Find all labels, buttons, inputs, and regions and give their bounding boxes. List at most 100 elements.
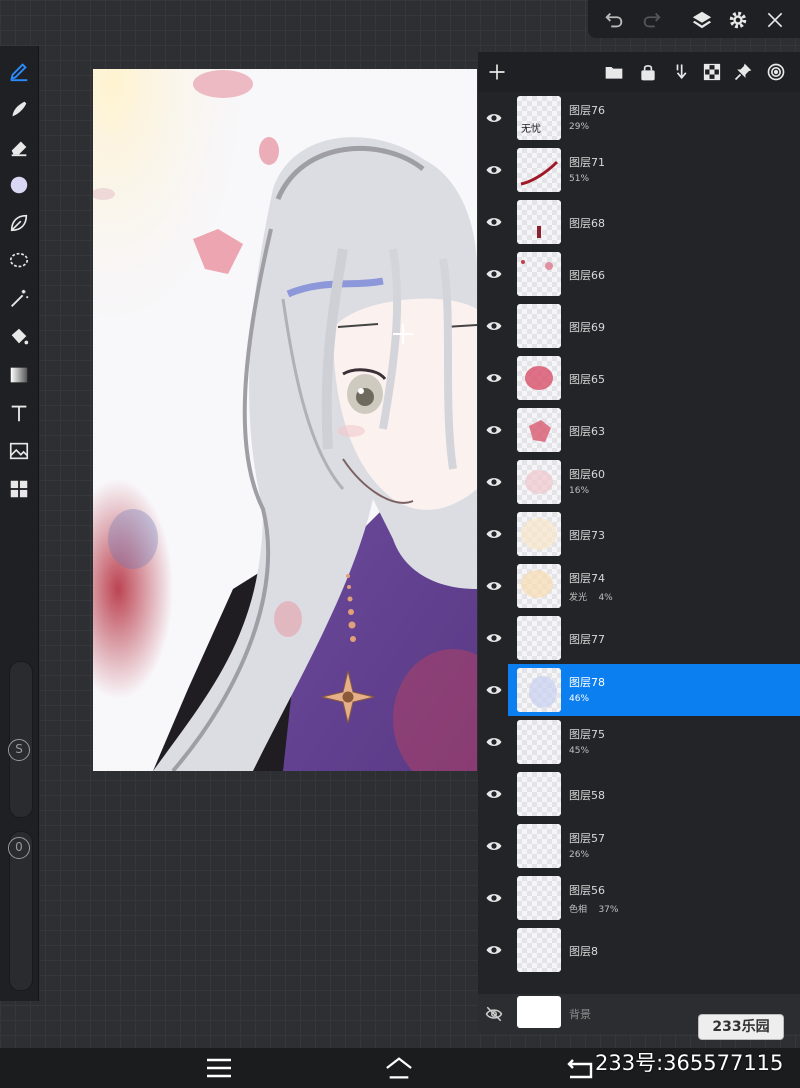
close-icon[interactable] [763, 8, 787, 32]
smudge-tool-icon[interactable] [4, 94, 34, 124]
layer-name: 图层65 [569, 373, 605, 386]
layer-name: 图层76 [569, 104, 605, 117]
add-layer-icon[interactable] [485, 60, 509, 84]
eye-icon[interactable] [484, 472, 504, 492]
eraser-tool-icon[interactable] [4, 132, 34, 162]
layer-row[interactable]: 图层78 46% [508, 664, 800, 716]
layer-row[interactable]: 图层65 [478, 352, 800, 404]
layer-opacity-label: 51% [569, 174, 590, 184]
layer-name: 图层75 [569, 728, 605, 741]
brush-size-knob[interactable]: S [8, 739, 30, 761]
layer-thumbnail [517, 876, 561, 920]
eye-icon[interactable] [484, 940, 504, 960]
layer-name: 图层73 [569, 529, 605, 542]
merge-down-icon[interactable] [668, 60, 692, 84]
gear-icon[interactable] [726, 8, 750, 32]
layer-name: 图层63 [569, 425, 605, 438]
layer-name: 图层69 [569, 321, 605, 334]
layer-row[interactable]: 无忧 图层76 29% [478, 92, 800, 144]
layer-row[interactable]: 图层57 26% [478, 820, 800, 872]
text-tool-icon[interactable] [4, 398, 34, 428]
layer-row[interactable]: 图层75 45% [478, 716, 800, 768]
left-toolbar: S 0 [0, 46, 39, 1001]
eye-icon[interactable] [484, 160, 504, 180]
pin-icon[interactable] [731, 60, 755, 84]
home-icon[interactable] [385, 1056, 413, 1080]
layer-name: 图层60 [569, 468, 605, 481]
eye-icon[interactable] [484, 836, 504, 856]
layer-thumbnail [517, 304, 561, 348]
eye-icon[interactable] [484, 212, 504, 232]
layer-name: 背景 [569, 1008, 591, 1021]
layer-thumbnail [517, 772, 561, 816]
layer-thumbnail [517, 200, 561, 244]
back-icon[interactable] [566, 1056, 594, 1080]
layer-thumbnail-text: 无忧 [521, 124, 541, 135]
layer-thumbnail [517, 356, 561, 400]
eye-icon[interactable] [484, 680, 504, 700]
layer-thumbnail [517, 996, 561, 1028]
artwork-illustration [93, 69, 477, 771]
lock-icon[interactable] [636, 60, 660, 84]
layer-row[interactable]: 图层60 16% [478, 456, 800, 508]
color-circle-icon[interactable] [4, 170, 34, 200]
layer-thumbnail [517, 720, 561, 764]
paint-bucket-icon[interactable] [4, 322, 34, 352]
layer-row[interactable]: 图层8 [478, 924, 800, 976]
layer-name: 图层58 [569, 789, 605, 802]
gradient-icon[interactable] [4, 360, 34, 390]
layer-opacity-label: 16% [569, 486, 590, 496]
artwork-canvas[interactable] [93, 69, 477, 771]
layer-row[interactable]: 图层69 [478, 300, 800, 352]
eye-icon[interactable] [484, 316, 504, 336]
layer-row[interactable]: 图层74 发光 4% [478, 560, 800, 612]
redo-icon[interactable] [640, 8, 664, 32]
leaf-brush-icon[interactable] [4, 208, 34, 238]
layer-opacity-label: 26% [569, 850, 590, 860]
layer-thumbnail [517, 252, 561, 296]
eye-icon[interactable] [484, 628, 504, 648]
eye-icon[interactable] [484, 888, 504, 908]
layer-row[interactable]: 图层77 [478, 612, 800, 664]
eye-icon[interactable] [484, 368, 504, 388]
layer-thumbnail [517, 824, 561, 868]
layer-row[interactable]: 图层63 [478, 404, 800, 456]
layer-row[interactable]: 图层71 51% [478, 144, 800, 196]
eye-icon[interactable] [484, 108, 504, 128]
eye-icon[interactable] [484, 264, 504, 284]
layer-name: 图层74 [569, 572, 605, 585]
eye-icon[interactable] [484, 420, 504, 440]
layer-row[interactable]: 图层73 [478, 508, 800, 560]
eye-icon[interactable] [484, 784, 504, 804]
lasso-select-icon[interactable] [4, 246, 34, 276]
brush-opacity-knob[interactable]: 0 [8, 837, 30, 859]
grid-tools-icon[interactable] [4, 474, 34, 504]
checkerboard-icon[interactable] [700, 60, 724, 84]
target-icon[interactable] [764, 60, 788, 84]
eye-hidden-icon[interactable] [484, 1004, 504, 1024]
pen-tool-icon[interactable] [4, 56, 34, 86]
layer-name: 图层68 [569, 217, 605, 230]
undo-icon[interactable] [602, 8, 626, 32]
layer-thumbnail [517, 928, 561, 972]
layer-row[interactable]: 图层66 [478, 248, 800, 300]
eye-icon[interactable] [484, 732, 504, 752]
layers-panel-header [478, 52, 800, 92]
layer-thumbnail [517, 616, 561, 660]
layer-thumbnail [517, 668, 561, 712]
layers-panel: 无忧 图层76 29% 图层71 51% 图层68 图层66 图层69 图层65 图层63 图层60… [478, 52, 800, 1034]
eye-icon[interactable] [484, 524, 504, 544]
layer-name: 图层78 [569, 676, 605, 689]
magic-wand-icon[interactable] [4, 284, 34, 314]
layer-row[interactable]: 图层56 色相 37% [478, 872, 800, 924]
image-import-icon[interactable] [4, 436, 34, 466]
layer-visibility-cell [478, 664, 508, 716]
menu-icon[interactable] [205, 1056, 233, 1080]
layers-icon[interactable] [690, 8, 714, 32]
layer-row[interactable]: 图层68 [478, 196, 800, 248]
layer-thumbnail [517, 460, 561, 504]
layer-opacity-label: 色相 37% [569, 905, 619, 915]
folder-icon[interactable] [602, 60, 626, 84]
layer-row[interactable]: 图层58 [478, 768, 800, 820]
eye-icon[interactable] [484, 576, 504, 596]
